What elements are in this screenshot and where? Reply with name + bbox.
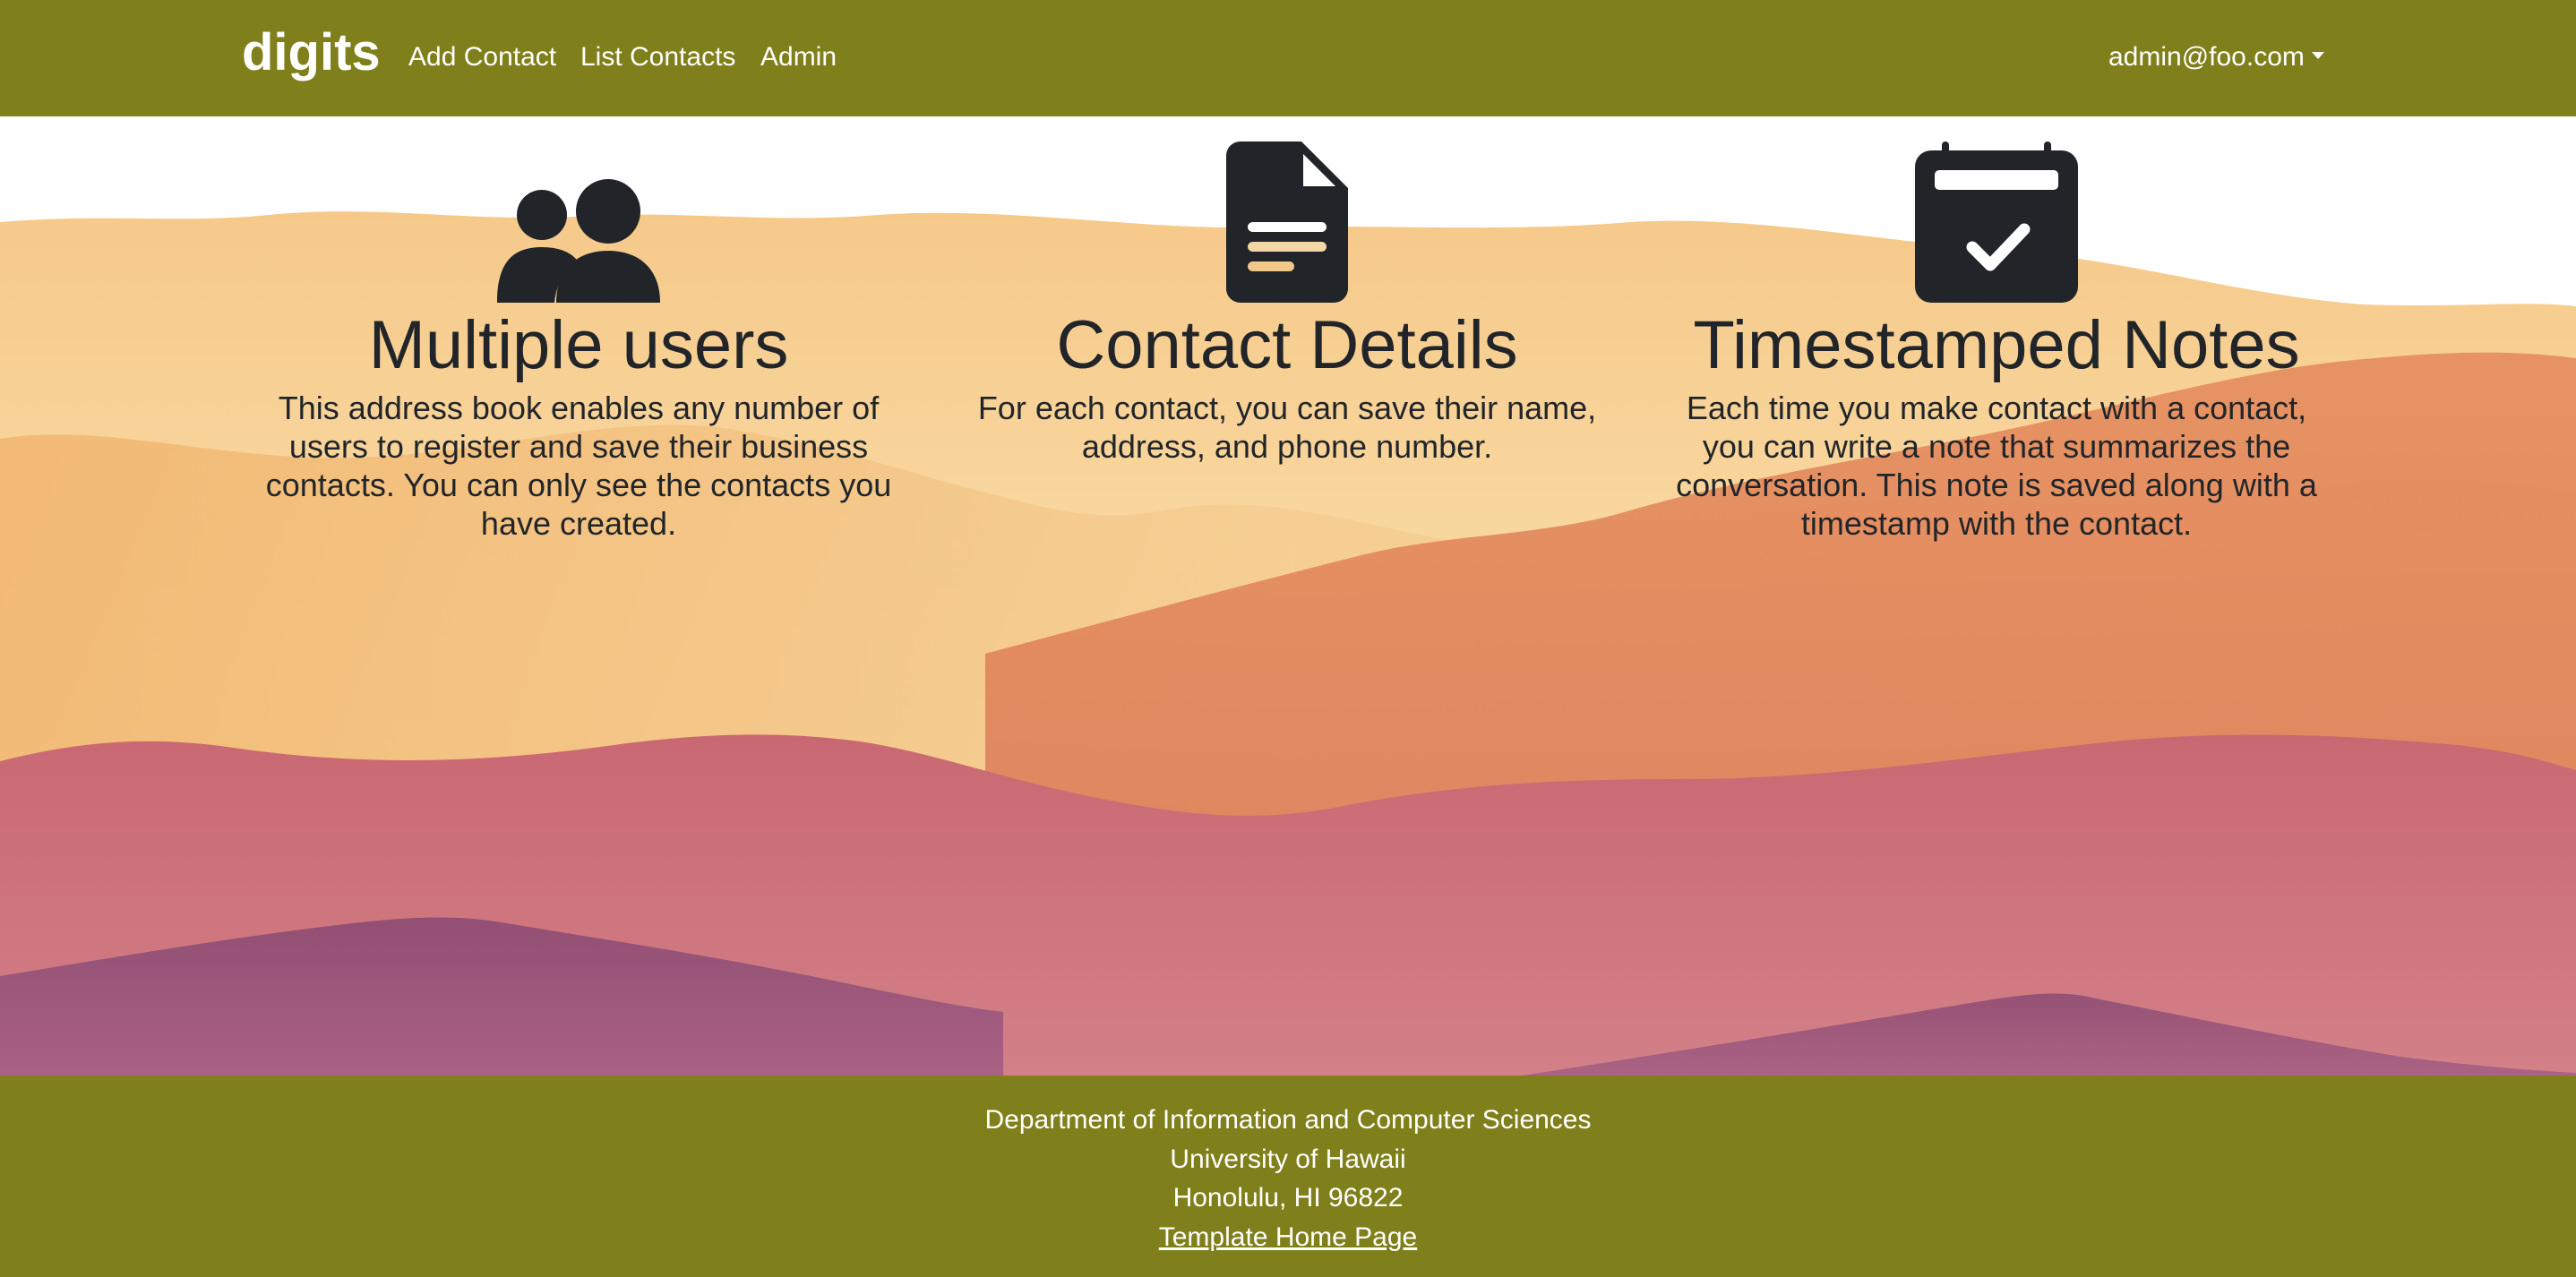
- document-icon: [965, 141, 1610, 303]
- top-navbar: digits Add Contact List Contacts Admin a…: [0, 0, 2576, 116]
- feature-description: Each time you make contact with a contac…: [1676, 390, 2317, 542]
- page-footer: Department of Information and Computer S…: [0, 1076, 2576, 1277]
- calendar-check-icon: [1674, 141, 2319, 303]
- feature-description: This address book enables any number of …: [265, 390, 892, 542]
- people-icon: [256, 141, 901, 303]
- nav-list-contacts[interactable]: List Contacts: [580, 39, 735, 75]
- feature-title: Contact Details: [1056, 307, 1518, 383]
- caret-down-icon: [2311, 52, 2324, 60]
- feature-title: Timestamped Notes: [1693, 307, 2300, 383]
- feature-multiple-users: Multiple users This address book enables…: [256, 141, 901, 543]
- footer-department: Department of Information and Computer S…: [984, 1105, 1592, 1135]
- landing-hero: Multiple users This address book enables…: [0, 116, 2576, 1076]
- feature-contact-details: Contact Details For each contact, you ca…: [965, 141, 1610, 466]
- brand-logo[interactable]: digits: [242, 21, 381, 84]
- footer-address: Honolulu, HI 96822: [1172, 1183, 1404, 1213]
- footer-university: University of Hawaii: [1170, 1144, 1406, 1174]
- template-home-link[interactable]: Template Home Page: [1159, 1222, 1418, 1252]
- user-email: admin@foo.com: [2108, 42, 2305, 72]
- nav-admin[interactable]: Admin: [760, 39, 837, 75]
- feature-timestamped-notes: Timestamped Notes Each time you make con…: [1674, 141, 2319, 543]
- feature-description: For each contact, you can save their nam…: [977, 390, 1597, 465]
- feature-title: Multiple users: [368, 307, 789, 383]
- user-dropdown[interactable]: admin@foo.com: [2108, 39, 2324, 75]
- nav-add-contact[interactable]: Add Contact: [408, 39, 556, 75]
